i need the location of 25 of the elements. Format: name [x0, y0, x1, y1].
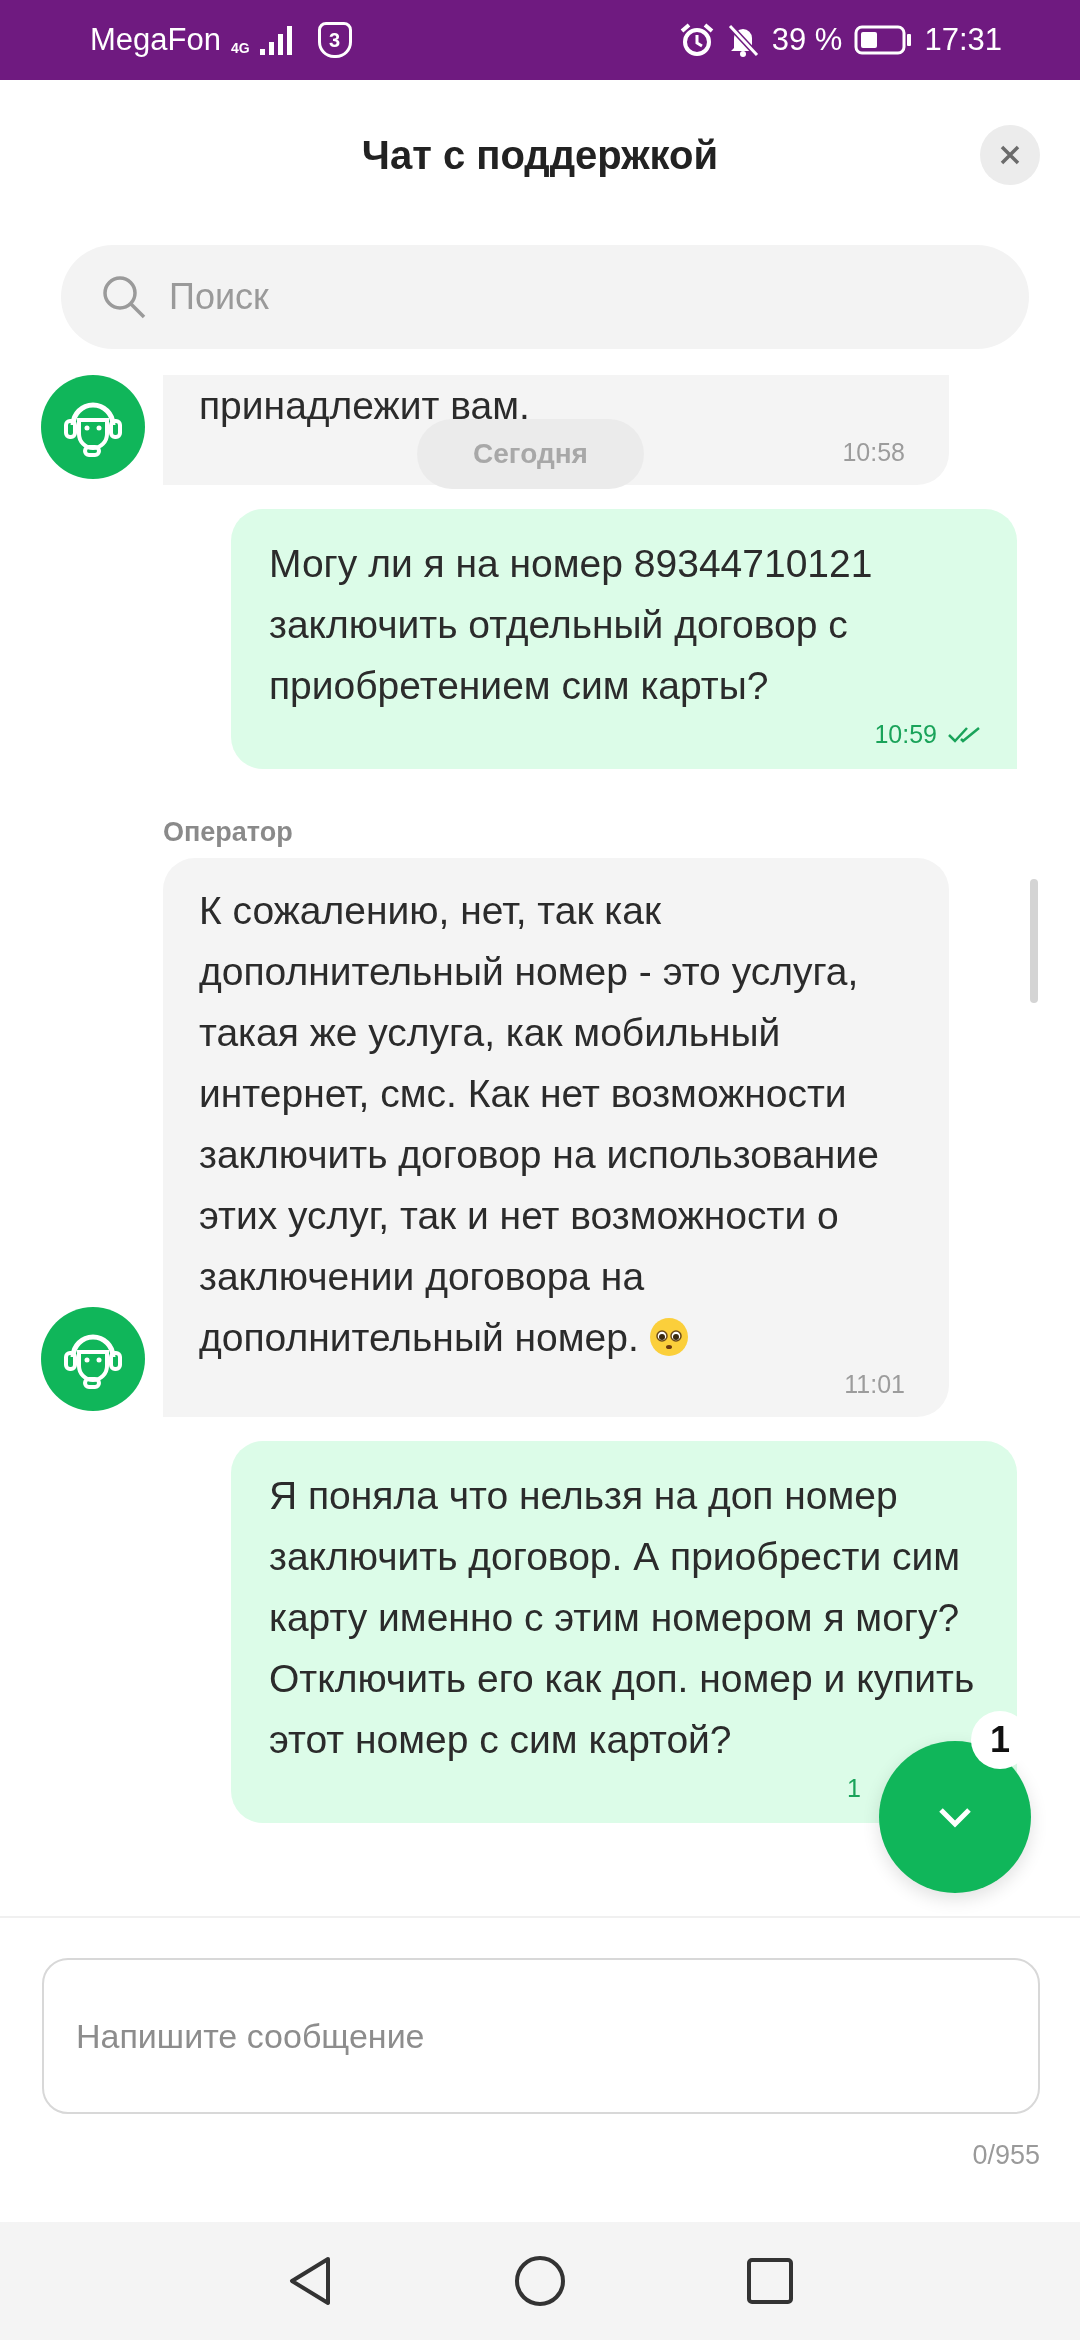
signal-icon [259, 25, 294, 55]
scrollbar[interactable] [1030, 879, 1038, 1003]
message-time: 10:59 [874, 720, 937, 749]
chevron-down-icon [937, 1806, 973, 1828]
battery-icon [854, 25, 913, 55]
search-field[interactable]: Поиск [61, 245, 1029, 349]
search-icon [101, 274, 147, 320]
message-input[interactable]: Напишите сообщение [42, 1958, 1040, 2114]
date-chip: Сегодня [417, 419, 644, 489]
clock: 17:31 [924, 22, 1002, 58]
message-text: Могу ли я на номер 89344710121 заключить отдельный договор с приобретением сим карты? [269, 541, 874, 709]
message-time: 10:58 [842, 438, 905, 467]
shield-badge: 3 [317, 22, 352, 58]
network-type: 4G [230, 40, 250, 56]
battery-percent: 39 % [771, 22, 843, 58]
sender-name: Оператор [163, 817, 294, 848]
message-time: 1 [847, 1774, 861, 1803]
character-counter: 0/955 [972, 2140, 1040, 2171]
message-text: К сожалению, нет, так как дополнительный номер - это услуга, такая же услуга, как мобильный интернет, смс. Как нет возможности заключить договор на использование этих услуг, так и нет возможности о заключении договора на дополнительный номер. [199, 888, 880, 1361]
recents-icon[interactable] [746, 2257, 794, 2305]
message-time: 11:01 [844, 1370, 905, 1399]
chat-title: Чат с поддержкой [361, 132, 719, 178]
carrier-name: MegaFon [90, 22, 221, 58]
close-icon [999, 144, 1021, 166]
home-icon[interactable] [514, 2255, 566, 2307]
